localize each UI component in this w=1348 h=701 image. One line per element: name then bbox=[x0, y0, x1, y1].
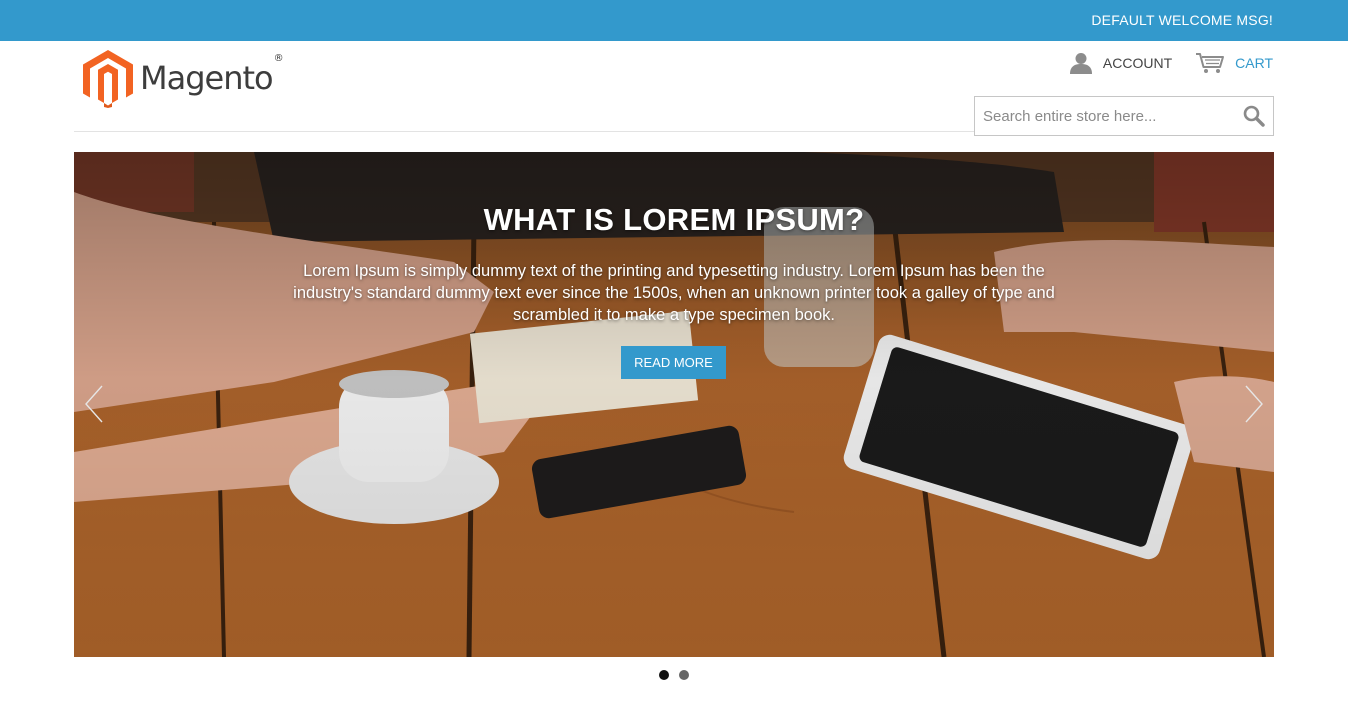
cart-label: CART bbox=[1235, 55, 1273, 71]
chevron-right-icon[interactable] bbox=[1242, 382, 1266, 426]
logo-text: Magento® bbox=[140, 53, 284, 97]
cart-link[interactable]: CART bbox=[1195, 52, 1273, 74]
slider-dot-2[interactable] bbox=[679, 670, 689, 680]
user-icon bbox=[1069, 53, 1092, 74]
cart-icon bbox=[1196, 53, 1225, 73]
store-logo[interactable]: Magento® bbox=[83, 50, 284, 108]
hero-title: WHAT IS LOREM IPSUM? bbox=[483, 202, 865, 237]
account-link[interactable]: ACCOUNT bbox=[1069, 52, 1172, 74]
hero-slider: WHAT IS LOREM IPSUM? Lorem Ipsum is simp… bbox=[74, 152, 1274, 657]
top-bar: DEFAULT WELCOME MSG! bbox=[0, 0, 1348, 41]
hero-description: Lorem Ipsum is simply dummy text of the … bbox=[293, 262, 1055, 324]
search-box bbox=[974, 96, 1274, 136]
header-links: ACCOUNT CART bbox=[1069, 50, 1273, 76]
account-label: ACCOUNT bbox=[1102, 55, 1173, 71]
welcome-message: DEFAULT WELCOME MSG! bbox=[1091, 12, 1273, 28]
magento-logo-icon bbox=[83, 50, 133, 108]
search-icon[interactable] bbox=[1243, 105, 1265, 127]
read-more-button[interactable]: READ MORE bbox=[621, 346, 726, 379]
header-divider bbox=[74, 131, 974, 132]
slider-dot-1[interactable] bbox=[659, 670, 669, 680]
chevron-left-icon[interactable] bbox=[82, 382, 106, 426]
search-input[interactable] bbox=[975, 97, 1233, 135]
slider-dots bbox=[659, 670, 699, 680]
